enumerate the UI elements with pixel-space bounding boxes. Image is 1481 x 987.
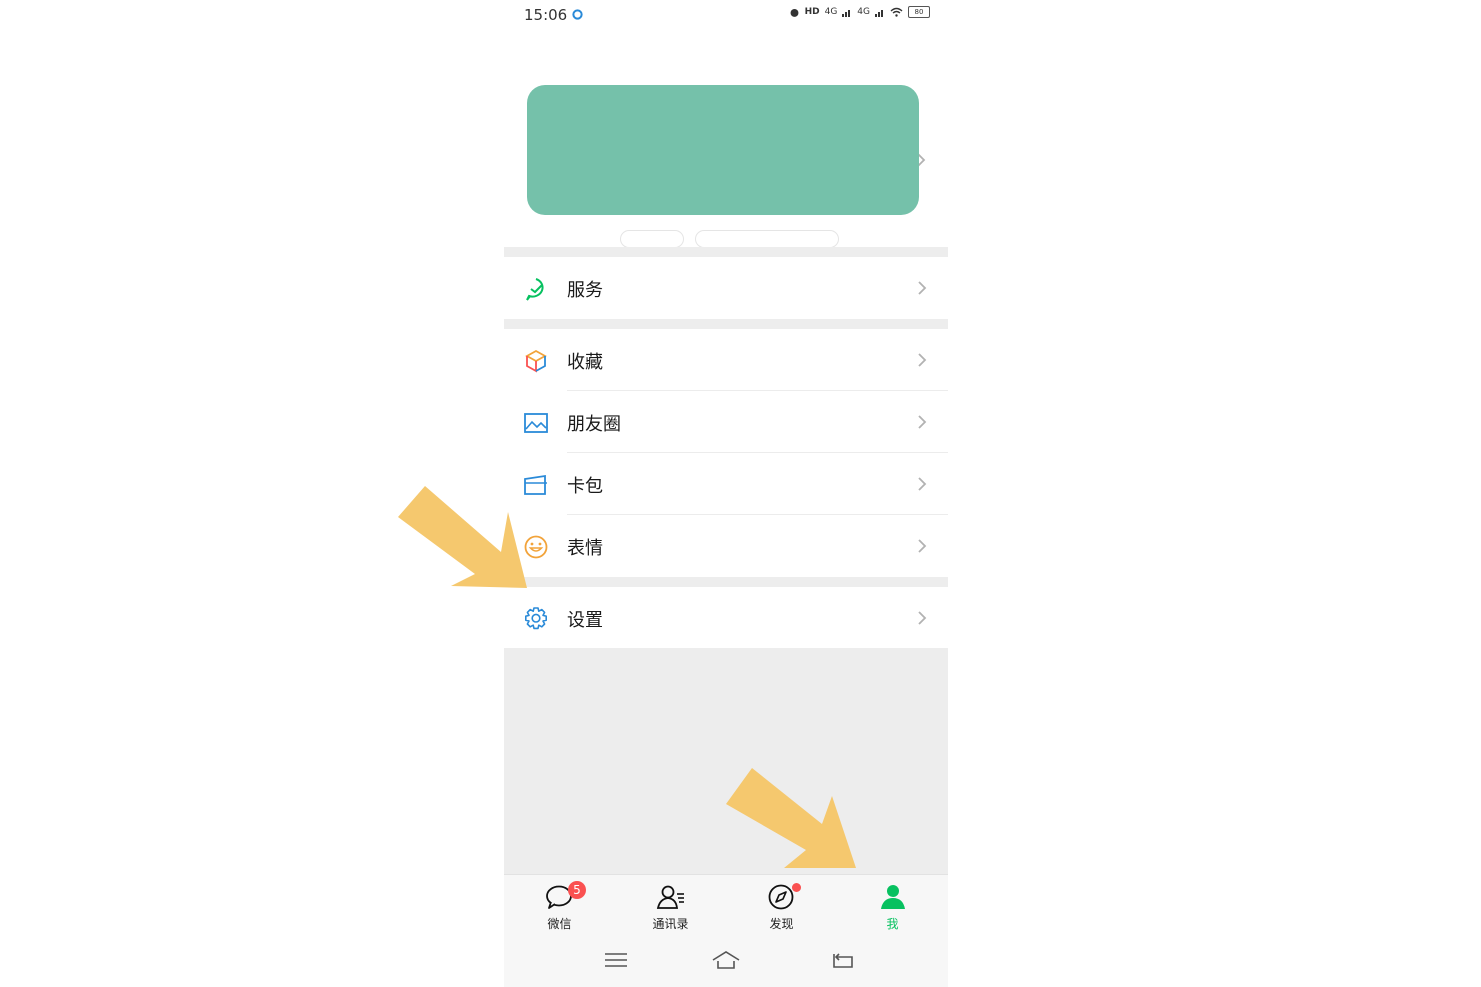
- home-icon[interactable]: [711, 948, 741, 972]
- annotation-arrow-me-tab: [726, 768, 856, 868]
- chevron-right-icon: [918, 539, 927, 553]
- moments-label: 朋友圈: [567, 414, 621, 435]
- menu-item-settings[interactable]: 设置: [504, 587, 948, 649]
- signal-icon-2: [875, 9, 883, 17]
- chevron-right-icon: [918, 477, 927, 491]
- tab-discover-label: 发现: [769, 917, 794, 931]
- chevron-right-icon: [918, 353, 927, 367]
- profile-header[interactable]: [504, 30, 948, 248]
- hd-indicator: HD: [804, 7, 820, 17]
- stickers-label: 表情: [567, 538, 603, 559]
- tab-me[interactable]: 我: [837, 875, 948, 935]
- status-icons: HD 4G 4G 80: [789, 6, 930, 18]
- wifi-icon: [890, 7, 903, 17]
- person-icon: [881, 885, 905, 909]
- redacted-profile-block: [527, 85, 919, 215]
- section-gap: [504, 577, 948, 587]
- image-icon: [524, 413, 548, 433]
- menu-item-stickers[interactable]: 表情: [504, 515, 948, 577]
- alarm-icon: [790, 8, 799, 17]
- tab-chats-label: 微信: [547, 917, 572, 931]
- tab-contacts[interactable]: 通讯录: [615, 875, 726, 935]
- menu-icon[interactable]: [601, 948, 631, 972]
- network-indicator-2: 4G: [857, 7, 870, 17]
- network-indicator-1: 4G: [824, 7, 838, 17]
- menu-item-moments[interactable]: 朋友圈: [504, 391, 948, 453]
- signal-icon: [842, 9, 851, 17]
- menu-item-cards[interactable]: 卡包: [504, 453, 948, 515]
- tab-contacts-label: 通讯录: [652, 917, 689, 931]
- favorites-label: 收藏: [567, 352, 603, 373]
- back-icon[interactable]: [828, 948, 858, 972]
- annotation-arrow-settings: [398, 486, 527, 588]
- section-gap: [504, 319, 948, 329]
- tab-me-label: 我: [886, 917, 899, 931]
- notification-dot: [792, 883, 801, 892]
- chevron-right-icon: [918, 611, 927, 625]
- gear-icon: [525, 607, 547, 630]
- section-gap: [504, 247, 948, 257]
- system-navigation-bar: [504, 934, 948, 987]
- chevron-right-icon: [918, 281, 927, 295]
- services-icon: [526, 278, 544, 301]
- services-label: 服务: [567, 280, 603, 301]
- status-time: 15:06: [524, 6, 568, 24]
- bottom-tab-bar: 5 微信 通讯录 发现 我: [504, 874, 948, 935]
- chevron-right-icon: [918, 415, 927, 429]
- tab-discover[interactable]: 发现: [726, 875, 837, 935]
- menu-item-favorites[interactable]: 收藏: [504, 329, 948, 391]
- status-pill[interactable]: [620, 230, 684, 248]
- status-pill-2[interactable]: [695, 230, 839, 248]
- menu-item-services[interactable]: 服务: [504, 257, 948, 319]
- tab-chats[interactable]: 5 微信: [504, 875, 615, 935]
- cube-icon: [525, 349, 547, 373]
- app-notification-icon: [572, 9, 583, 20]
- unread-badge: 5: [568, 881, 586, 899]
- cards-label: 卡包: [567, 476, 603, 497]
- battery-indicator: 80: [908, 6, 930, 18]
- settings-label: 设置: [567, 610, 603, 631]
- contacts-icon: [656, 885, 684, 909]
- status-bar: 15:06 HD 4G 4G 80: [504, 0, 948, 30]
